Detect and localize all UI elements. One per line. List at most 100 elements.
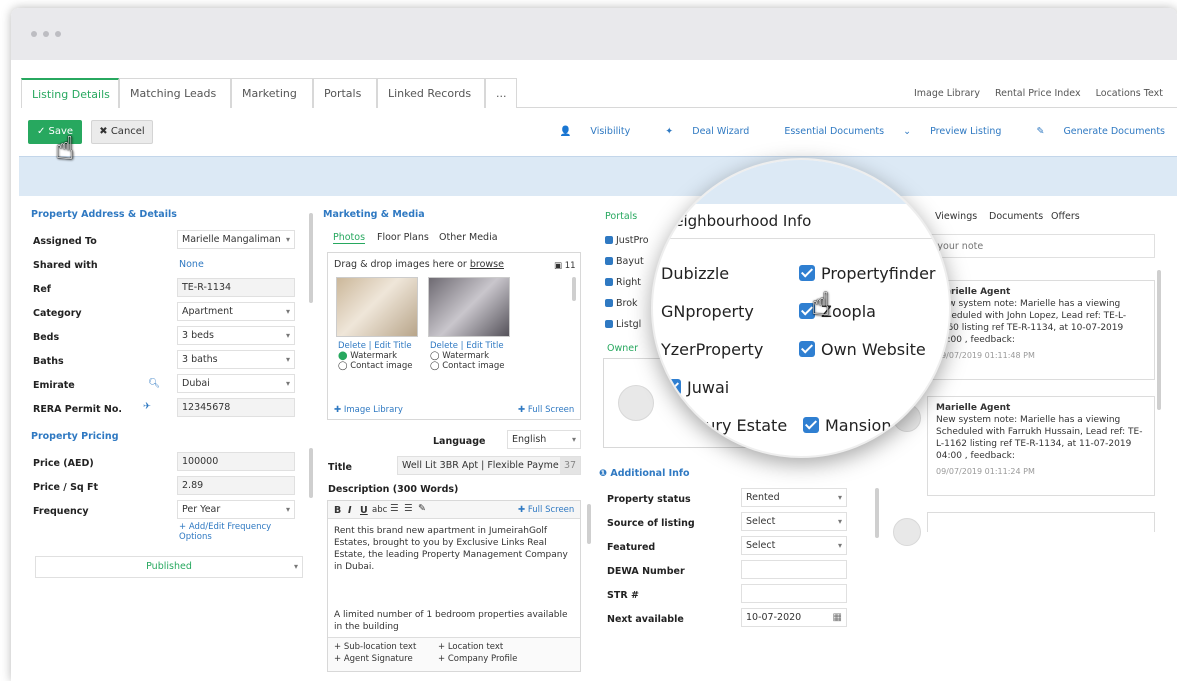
thumb-actions-2[interactable]: Delete | Edit Title bbox=[430, 341, 504, 351]
window-dot-1[interactable] bbox=[31, 31, 37, 37]
photo-thumbnail-1[interactable] bbox=[336, 277, 418, 337]
next-available-field[interactable]: 10-07-2020 ▦ bbox=[741, 608, 847, 627]
full-screen-button[interactable]: ✚ Full Screen bbox=[518, 405, 574, 415]
emirate-select[interactable]: Dubai ▾ bbox=[177, 374, 295, 393]
search-icon[interactable]: 🔍︎ bbox=[148, 378, 160, 389]
calendar-icon[interactable]: ▦ bbox=[833, 609, 842, 626]
locations-text-link[interactable]: Locations Text bbox=[1096, 88, 1163, 99]
ref-field[interactable]: TE-R-1134 bbox=[177, 278, 295, 297]
thumb-actions-1[interactable]: Delete | Edit Title bbox=[338, 341, 412, 351]
dropzone-scrollbar[interactable] bbox=[572, 277, 576, 301]
window-dot-2[interactable] bbox=[43, 31, 49, 37]
tab-documents[interactable]: Documents bbox=[989, 211, 1043, 222]
source-select[interactable]: Select ▾ bbox=[741, 512, 847, 531]
rera-field[interactable]: 12345678 bbox=[177, 398, 295, 417]
tab-matching-leads[interactable]: Matching Leads bbox=[119, 78, 231, 108]
agent-signature-button[interactable]: + Agent Signature bbox=[334, 654, 413, 664]
portal-gnproperty[interactable]: GNproperty bbox=[661, 302, 754, 321]
watermark-toggle-1[interactable]: ⬤ Watermark bbox=[338, 351, 397, 361]
tab-viewings[interactable]: Viewings bbox=[935, 211, 977, 222]
edit-frequency-link[interactable]: + Add/Edit Frequency Options bbox=[179, 522, 289, 542]
tab-marketing[interactable]: Marketing bbox=[231, 78, 313, 108]
underline-icon[interactable]: U bbox=[360, 505, 368, 516]
additional-scrollbar[interactable] bbox=[875, 488, 879, 538]
language-select[interactable]: English ▾ bbox=[507, 430, 581, 449]
portal-bayut[interactable]: Bayut bbox=[605, 256, 644, 267]
portal-luxury-estate[interactable]: Luxury Estate bbox=[677, 416, 787, 435]
eraser-icon[interactable]: ✎ bbox=[418, 503, 426, 514]
tab-other-media[interactable]: Other Media bbox=[439, 232, 498, 243]
generate-documents-link[interactable]: ✎ Generate Documents bbox=[1020, 126, 1165, 137]
sub-location-text-button[interactable]: + Sub-location text bbox=[334, 642, 416, 652]
frequency-select[interactable]: Per Year ▾ bbox=[177, 500, 295, 519]
bullet-list-icon[interactable]: ☰ bbox=[390, 503, 399, 514]
neighbourhood-info-tab[interactable]: Neighbourhood Info bbox=[663, 212, 811, 230]
portal-propertyfinder[interactable]: Propertyfinder bbox=[799, 264, 936, 283]
rental-price-index-link[interactable]: Rental Price Index bbox=[995, 88, 1081, 99]
price-field[interactable]: 100000 bbox=[177, 452, 295, 471]
strikethrough-icon[interactable]: abc bbox=[372, 505, 387, 515]
pricing-scrollbar[interactable] bbox=[309, 448, 313, 498]
portal-juwai[interactable]: Juwai bbox=[665, 378, 729, 397]
dewa-field[interactable] bbox=[741, 560, 847, 579]
portal-mansion-global[interactable]: Mansion Global bbox=[803, 416, 948, 435]
featured-select[interactable]: Select ▾ bbox=[741, 536, 847, 555]
tab-owner[interactable]: Owner bbox=[607, 343, 638, 354]
watermark-toggle-2[interactable]: ◯ Watermark bbox=[430, 351, 489, 361]
checkbox-checked-icon bbox=[605, 299, 613, 307]
company-profile-button[interactable]: + Company Profile bbox=[438, 654, 517, 664]
tab-more[interactable]: ... bbox=[485, 78, 517, 108]
description-editor[interactable]: B I U abc ☰ ☰ ✎ ✚ Full Screen Rent this … bbox=[327, 500, 581, 672]
shared-value[interactable]: None bbox=[179, 259, 204, 270]
image-library-button[interactable]: ✚ Image Library bbox=[334, 405, 403, 415]
visibility-link[interactable]: 👤 Visibility bbox=[544, 126, 631, 137]
portal-justpro[interactable]: JustPro bbox=[605, 235, 649, 246]
editor-full-screen-button[interactable]: ✚ Full Screen bbox=[518, 505, 574, 515]
tab-listing-details[interactable]: Listing Details bbox=[21, 78, 119, 108]
str-field[interactable] bbox=[741, 584, 847, 603]
left-scrollbar[interactable] bbox=[309, 213, 313, 303]
preview-listing-link[interactable]: Preview Listing bbox=[930, 126, 1001, 137]
image-library-link[interactable]: Image Library bbox=[914, 88, 980, 99]
shared-label: Shared with bbox=[33, 260, 98, 271]
portal-dubizzle[interactable]: Dubizzle bbox=[661, 264, 729, 283]
tab-offers[interactable]: Offers bbox=[1051, 211, 1080, 222]
numbered-list-icon[interactable]: ☰ bbox=[404, 503, 413, 514]
photo-thumbnail-2[interactable] bbox=[428, 277, 510, 337]
italic-icon[interactable]: I bbox=[348, 505, 352, 516]
portal-right[interactable]: Right bbox=[605, 277, 641, 288]
bold-icon[interactable]: B bbox=[334, 505, 341, 516]
beds-label: Beds bbox=[33, 332, 60, 343]
essential-documents-dropdown[interactable]: Essential Documents ⌄ bbox=[768, 126, 911, 137]
tab-photos[interactable]: Photos bbox=[333, 232, 366, 244]
browse-link[interactable]: browse bbox=[470, 259, 504, 270]
portal-yzerproperty[interactable]: YzerProperty bbox=[661, 340, 763, 359]
tab-portals-panel[interactable]: Portals bbox=[605, 211, 637, 222]
title-field[interactable]: Well Lit 3BR Apt | Flexible Payme 37 bbox=[397, 456, 581, 475]
property-status-select[interactable]: Rented ▾ bbox=[741, 488, 847, 507]
location-text-button[interactable]: + Location text bbox=[438, 642, 503, 652]
tab-linked-records[interactable]: Linked Records bbox=[377, 78, 485, 108]
portal-own-website[interactable]: Own Website bbox=[799, 340, 926, 359]
notes-scrollbar[interactable] bbox=[1157, 270, 1161, 410]
plus-icon: ✚ bbox=[334, 405, 344, 415]
publish-status-select[interactable]: Published ▾ bbox=[35, 556, 303, 578]
category-select[interactable]: Apartment ▾ bbox=[177, 302, 295, 321]
contact-image-1[interactable]: ◯ Contact image bbox=[338, 361, 412, 371]
property-status-label: Property status bbox=[607, 494, 691, 505]
description-scrollbar[interactable] bbox=[587, 504, 591, 544]
cancel-button[interactable]: ✖ Cancel bbox=[91, 120, 153, 144]
baths-select[interactable]: 3 baths ▾ bbox=[177, 350, 295, 369]
portal-brok[interactable]: Brok bbox=[605, 298, 638, 309]
photo-dropzone[interactable]: Drag & drop images here or browse ▣ 11 D… bbox=[327, 252, 581, 420]
note-card-1: Marielle Agent New system note: Marielle… bbox=[927, 280, 1155, 380]
portal-listgl[interactable]: Listgl bbox=[605, 319, 641, 330]
window-dot-3[interactable] bbox=[55, 31, 61, 37]
sqft-field[interactable]: 2.89 bbox=[177, 476, 295, 495]
contact-image-2[interactable]: ◯ Contact image bbox=[430, 361, 504, 371]
tab-portals[interactable]: Portals bbox=[313, 78, 377, 108]
assigned-select[interactable]: Marielle Mangaliman ▾ bbox=[177, 230, 295, 249]
deal-wizard-link[interactable]: ✦ Deal Wizard bbox=[649, 126, 749, 137]
tab-floor-plans[interactable]: Floor Plans bbox=[377, 232, 429, 243]
beds-select[interactable]: 3 beds ▾ bbox=[177, 326, 295, 345]
